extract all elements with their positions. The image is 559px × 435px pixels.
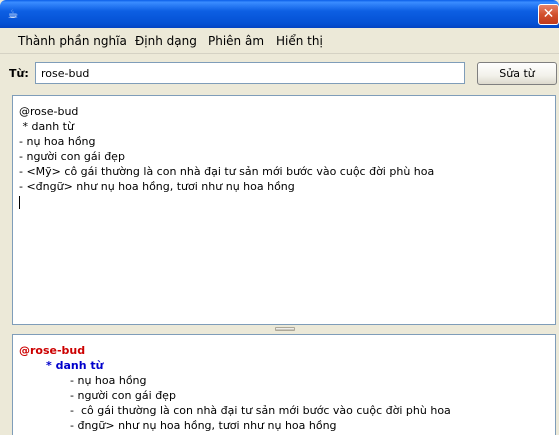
- preview-sense: - người con gái đẹp: [70, 389, 176, 402]
- menu-phonetics[interactable]: Phiên âm: [208, 34, 264, 48]
- entry-editor[interactable]: @rose-bud * danh từ - nụ hoa hồng - ngườ…: [12, 95, 556, 325]
- preview-part-of-speech: * danh từ: [46, 359, 104, 372]
- menu-bar: Thành phần nghĩa Định dạng Phiên âm Hiển…: [0, 29, 559, 54]
- text-caret: [19, 194, 549, 213]
- editor-line: - <Mỹ> cô gái thường là con nhà đại tư s…: [19, 165, 435, 178]
- preview-sense: - đngữ> như nụ hoa hồng, tươi như nụ hoa…: [70, 419, 337, 432]
- menu-view[interactable]: Hiển thị: [276, 34, 323, 48]
- title-bar[interactable]: ☕ ✕: [0, 0, 559, 28]
- close-button[interactable]: ✕: [538, 4, 559, 25]
- editor-line: * danh từ: [19, 120, 74, 133]
- word-label: Từ:: [9, 67, 29, 80]
- preview-sense: - nụ hoa hồng: [70, 374, 147, 387]
- split-pane-divider[interactable]: [12, 326, 556, 333]
- menu-format[interactable]: Định dạng: [135, 34, 197, 48]
- menu-meaning-components[interactable]: Thành phần nghĩa: [18, 34, 127, 48]
- editor-line: - <đngữ> như nụ hoa hồng, tươi như nụ ho…: [19, 180, 295, 193]
- edit-word-button[interactable]: Sửa từ: [477, 62, 557, 85]
- word-input[interactable]: [35, 62, 465, 84]
- splitter-grip-icon[interactable]: [275, 327, 295, 331]
- formatted-preview: @rose-bud * danh từ - nụ hoa hồng - ngườ…: [12, 334, 556, 435]
- java-cup-icon: ☕: [7, 7, 19, 21]
- editor-line: - nụ hoa hồng: [19, 135, 96, 148]
- preview-headword: @rose-bud: [19, 344, 86, 357]
- editor-line: @rose-bud: [19, 105, 79, 118]
- preview-sense: - cô gái thường là con nhà đại tư sản mớ…: [70, 404, 451, 417]
- editor-line: - người con gái đẹp: [19, 150, 125, 163]
